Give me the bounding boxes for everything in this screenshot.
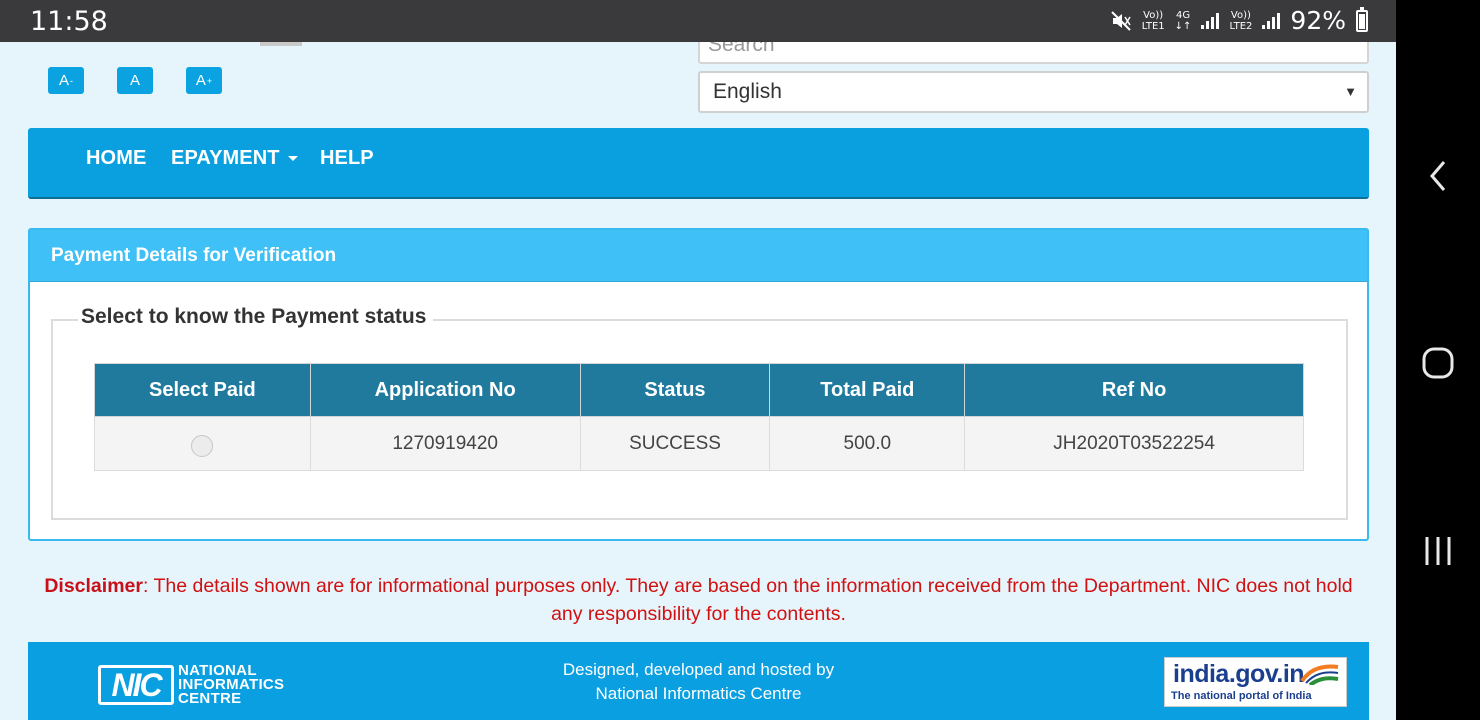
- menu-item-help[interactable]: HELP: [320, 147, 374, 170]
- back-icon: [1430, 161, 1446, 191]
- select-paid-radio[interactable]: [191, 434, 214, 457]
- signal-icon: [1262, 12, 1281, 29]
- menu-item-epayment[interactable]: EPAYMENT: [171, 147, 298, 170]
- status-time: 11:58: [30, 6, 108, 37]
- main-menu: HOME EPAYMENT HELP: [28, 128, 1369, 199]
- battery-icon: [1356, 6, 1368, 32]
- panel-title: Payment Details for Verification: [51, 245, 337, 266]
- column-header: Status: [579, 363, 771, 417]
- column-header: Total Paid: [769, 363, 966, 417]
- column-header: Ref No: [964, 363, 1304, 417]
- fieldset-legend: Select to know the Payment status: [78, 305, 434, 329]
- column-header: Select Paid: [94, 363, 311, 417]
- footer: NIC NATIONAL INFORMATICS CENTRE Designed…: [28, 642, 1369, 720]
- application-no-cell: 1270919420: [309, 416, 581, 471]
- status-bar: 11:58 Vo)) LTE1 4G ↓↑ Vo)) LTE2 92%: [0, 0, 1396, 42]
- ref-no-cell: JH2020T03522254: [964, 416, 1304, 471]
- home-icon: [1422, 347, 1454, 379]
- recents-icon: [1425, 537, 1451, 565]
- search-input[interactable]: Search: [698, 42, 1369, 64]
- signal-icon: [1201, 12, 1220, 29]
- india-portal-tagline: The national portal of India: [1171, 690, 1312, 702]
- sim1-indicator: Vo)) LTE1: [1141, 9, 1165, 32]
- network-indicator: 4G ↓↑: [1174, 9, 1192, 32]
- payment-table: Select Paid Application No Status Total …: [94, 363, 1304, 471]
- web-page: A- A A + Search English ▼ HOME EPAYMENT H…: [0, 42, 1396, 720]
- table-row: 1270919420 SUCCESS 500.0 JH2020T03522254: [94, 416, 1304, 471]
- disclaimer: Disclaimer: The details shown are for in…: [28, 572, 1369, 628]
- flag-swoosh-icon: [1300, 664, 1339, 685]
- battery-percent: 92%: [1290, 6, 1346, 35]
- payment-details-panel: Payment Details for Verification Select …: [28, 228, 1369, 541]
- recents-button[interactable]: [1396, 534, 1480, 568]
- mute-icon: [1110, 10, 1131, 31]
- disclaimer-label: Disclaimer: [44, 575, 143, 597]
- india-portal-logo[interactable]: india.gov.in The national portal of Indi…: [1164, 657, 1347, 707]
- column-header: Application No: [309, 363, 581, 417]
- menu-item-home[interactable]: HOME: [86, 147, 146, 170]
- india-portal-name: india.gov.in: [1173, 660, 1305, 688]
- status-icons: Vo)) LTE1 4G ↓↑ Vo)) LTE2 92%: [1110, 6, 1368, 35]
- font-increase-button[interactable]: A +: [186, 67, 222, 94]
- panel-header: Payment Details for Verification: [30, 230, 1367, 282]
- total-paid-cell: 500.0: [769, 416, 966, 471]
- home-button[interactable]: [1396, 346, 1480, 380]
- status-cell: SUCCESS: [579, 416, 771, 471]
- disclaimer-text: : The details shown are for informationa…: [142, 575, 1353, 625]
- header-logo-fragment: [260, 42, 302, 46]
- table-header-row: Select Paid Application No Status Total …: [94, 363, 1304, 417]
- caret-down-icon: [287, 156, 298, 162]
- back-button[interactable]: [1396, 158, 1480, 194]
- select-cell: [94, 416, 311, 471]
- font-normal-button[interactable]: A: [117, 67, 153, 94]
- android-nav-bar: [1396, 0, 1480, 720]
- font-decrease-button[interactable]: A-: [48, 67, 84, 94]
- sim2-indicator: Vo)) LTE2: [1229, 9, 1253, 32]
- caret-down-icon: ▼: [1344, 84, 1357, 99]
- language-select[interactable]: English ▼: [698, 71, 1369, 113]
